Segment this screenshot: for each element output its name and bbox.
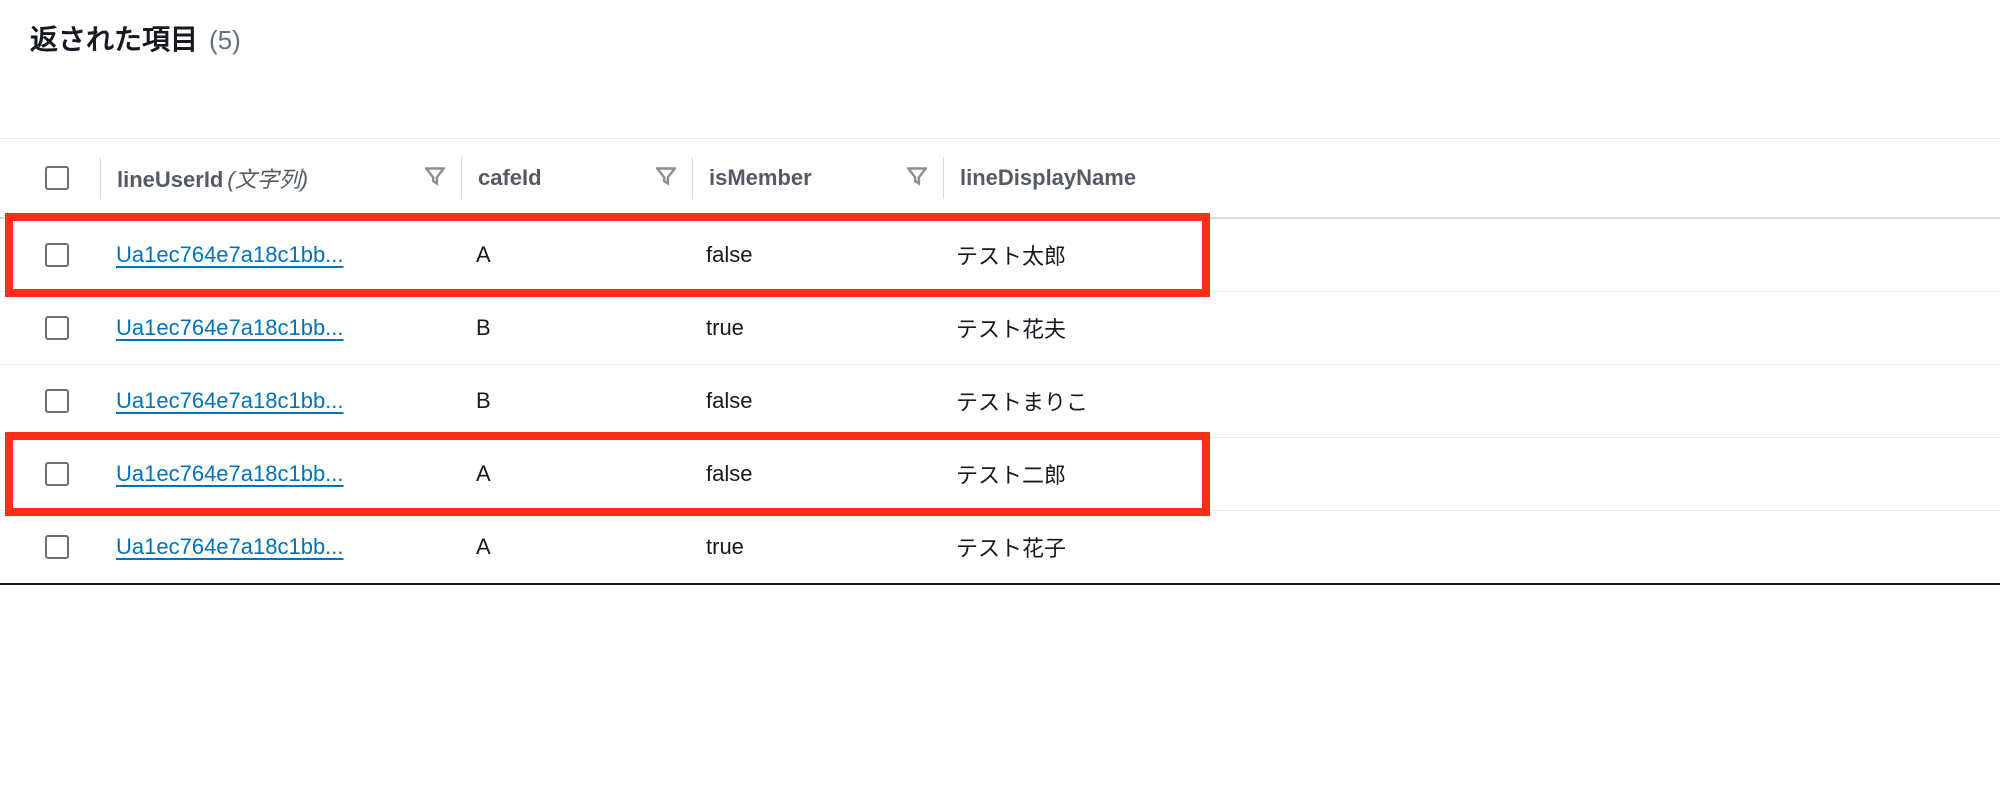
row-checkbox[interactable]	[45, 389, 69, 413]
linedisplayname-cell: テスト二郎	[956, 458, 1066, 490]
items-table: lineUserId(文字列) cafeId isMember	[0, 138, 2000, 585]
linedisplayname-cell: テストまりこ	[956, 385, 1088, 417]
column-type: (文字列)	[227, 167, 308, 192]
column-label: isMember	[709, 165, 812, 191]
column-header-ismember[interactable]: isMember	[693, 139, 943, 217]
ismember-cell: false	[706, 242, 752, 268]
column-label: cafeId	[478, 165, 542, 191]
page-title: 返された項目	[30, 24, 198, 55]
linedisplayname-cell: テスト花子	[956, 531, 1066, 563]
row-checkbox[interactable]	[45, 243, 69, 267]
item-count: (5)	[209, 25, 241, 55]
ismember-cell: true	[706, 534, 744, 560]
lineuserid-link[interactable]: Ua1ec764e7a18c1bb...	[116, 388, 344, 414]
column-header-cafeid[interactable]: cafeId	[462, 139, 692, 217]
ismember-cell: true	[706, 315, 744, 341]
filter-icon[interactable]	[425, 166, 445, 191]
row-checkbox[interactable]	[45, 462, 69, 486]
row-checkbox[interactable]	[45, 535, 69, 559]
column-label: lineUserId	[117, 167, 223, 192]
filter-icon[interactable]	[907, 166, 927, 191]
cafeid-cell: A	[476, 461, 491, 487]
column-header-lineuserid[interactable]: lineUserId(文字列)	[101, 139, 461, 217]
select-all-checkbox[interactable]	[45, 166, 69, 190]
cafeid-cell: B	[476, 388, 491, 414]
lineuserid-link[interactable]: Ua1ec764e7a18c1bb...	[116, 242, 344, 268]
cafeid-cell: A	[476, 534, 491, 560]
table-row: Ua1ec764e7a18c1bb... B true テスト花夫	[0, 292, 2000, 365]
lineuserid-link[interactable]: Ua1ec764e7a18c1bb...	[116, 461, 344, 487]
filter-icon[interactable]	[656, 166, 676, 191]
table-row: Ua1ec764e7a18c1bb... A false テスト太郎	[0, 219, 2000, 292]
table-header-row: lineUserId(文字列) cafeId isMember	[0, 138, 2000, 219]
linedisplayname-cell: テスト太郎	[956, 239, 1066, 271]
lineuserid-link[interactable]: Ua1ec764e7a18c1bb...	[116, 534, 344, 560]
cafeid-cell: A	[476, 242, 491, 268]
column-label: lineDisplayName	[960, 165, 1136, 191]
table-row: Ua1ec764e7a18c1bb... A true テスト花子	[0, 511, 2000, 585]
row-checkbox[interactable]	[45, 316, 69, 340]
column-header-linedisplayname[interactable]: lineDisplayName	[944, 139, 1224, 217]
ismember-cell: false	[706, 388, 752, 414]
cafeid-cell: B	[476, 315, 491, 341]
ismember-cell: false	[706, 461, 752, 487]
table-row: Ua1ec764e7a18c1bb... A false テスト二郎	[0, 438, 2000, 511]
lineuserid-link[interactable]: Ua1ec764e7a18c1bb...	[116, 315, 344, 341]
table-row: Ua1ec764e7a18c1bb... B false テストまりこ	[0, 365, 2000, 438]
section-header: 返された項目 (5)	[0, 0, 2000, 138]
linedisplayname-cell: テスト花夫	[956, 312, 1066, 344]
